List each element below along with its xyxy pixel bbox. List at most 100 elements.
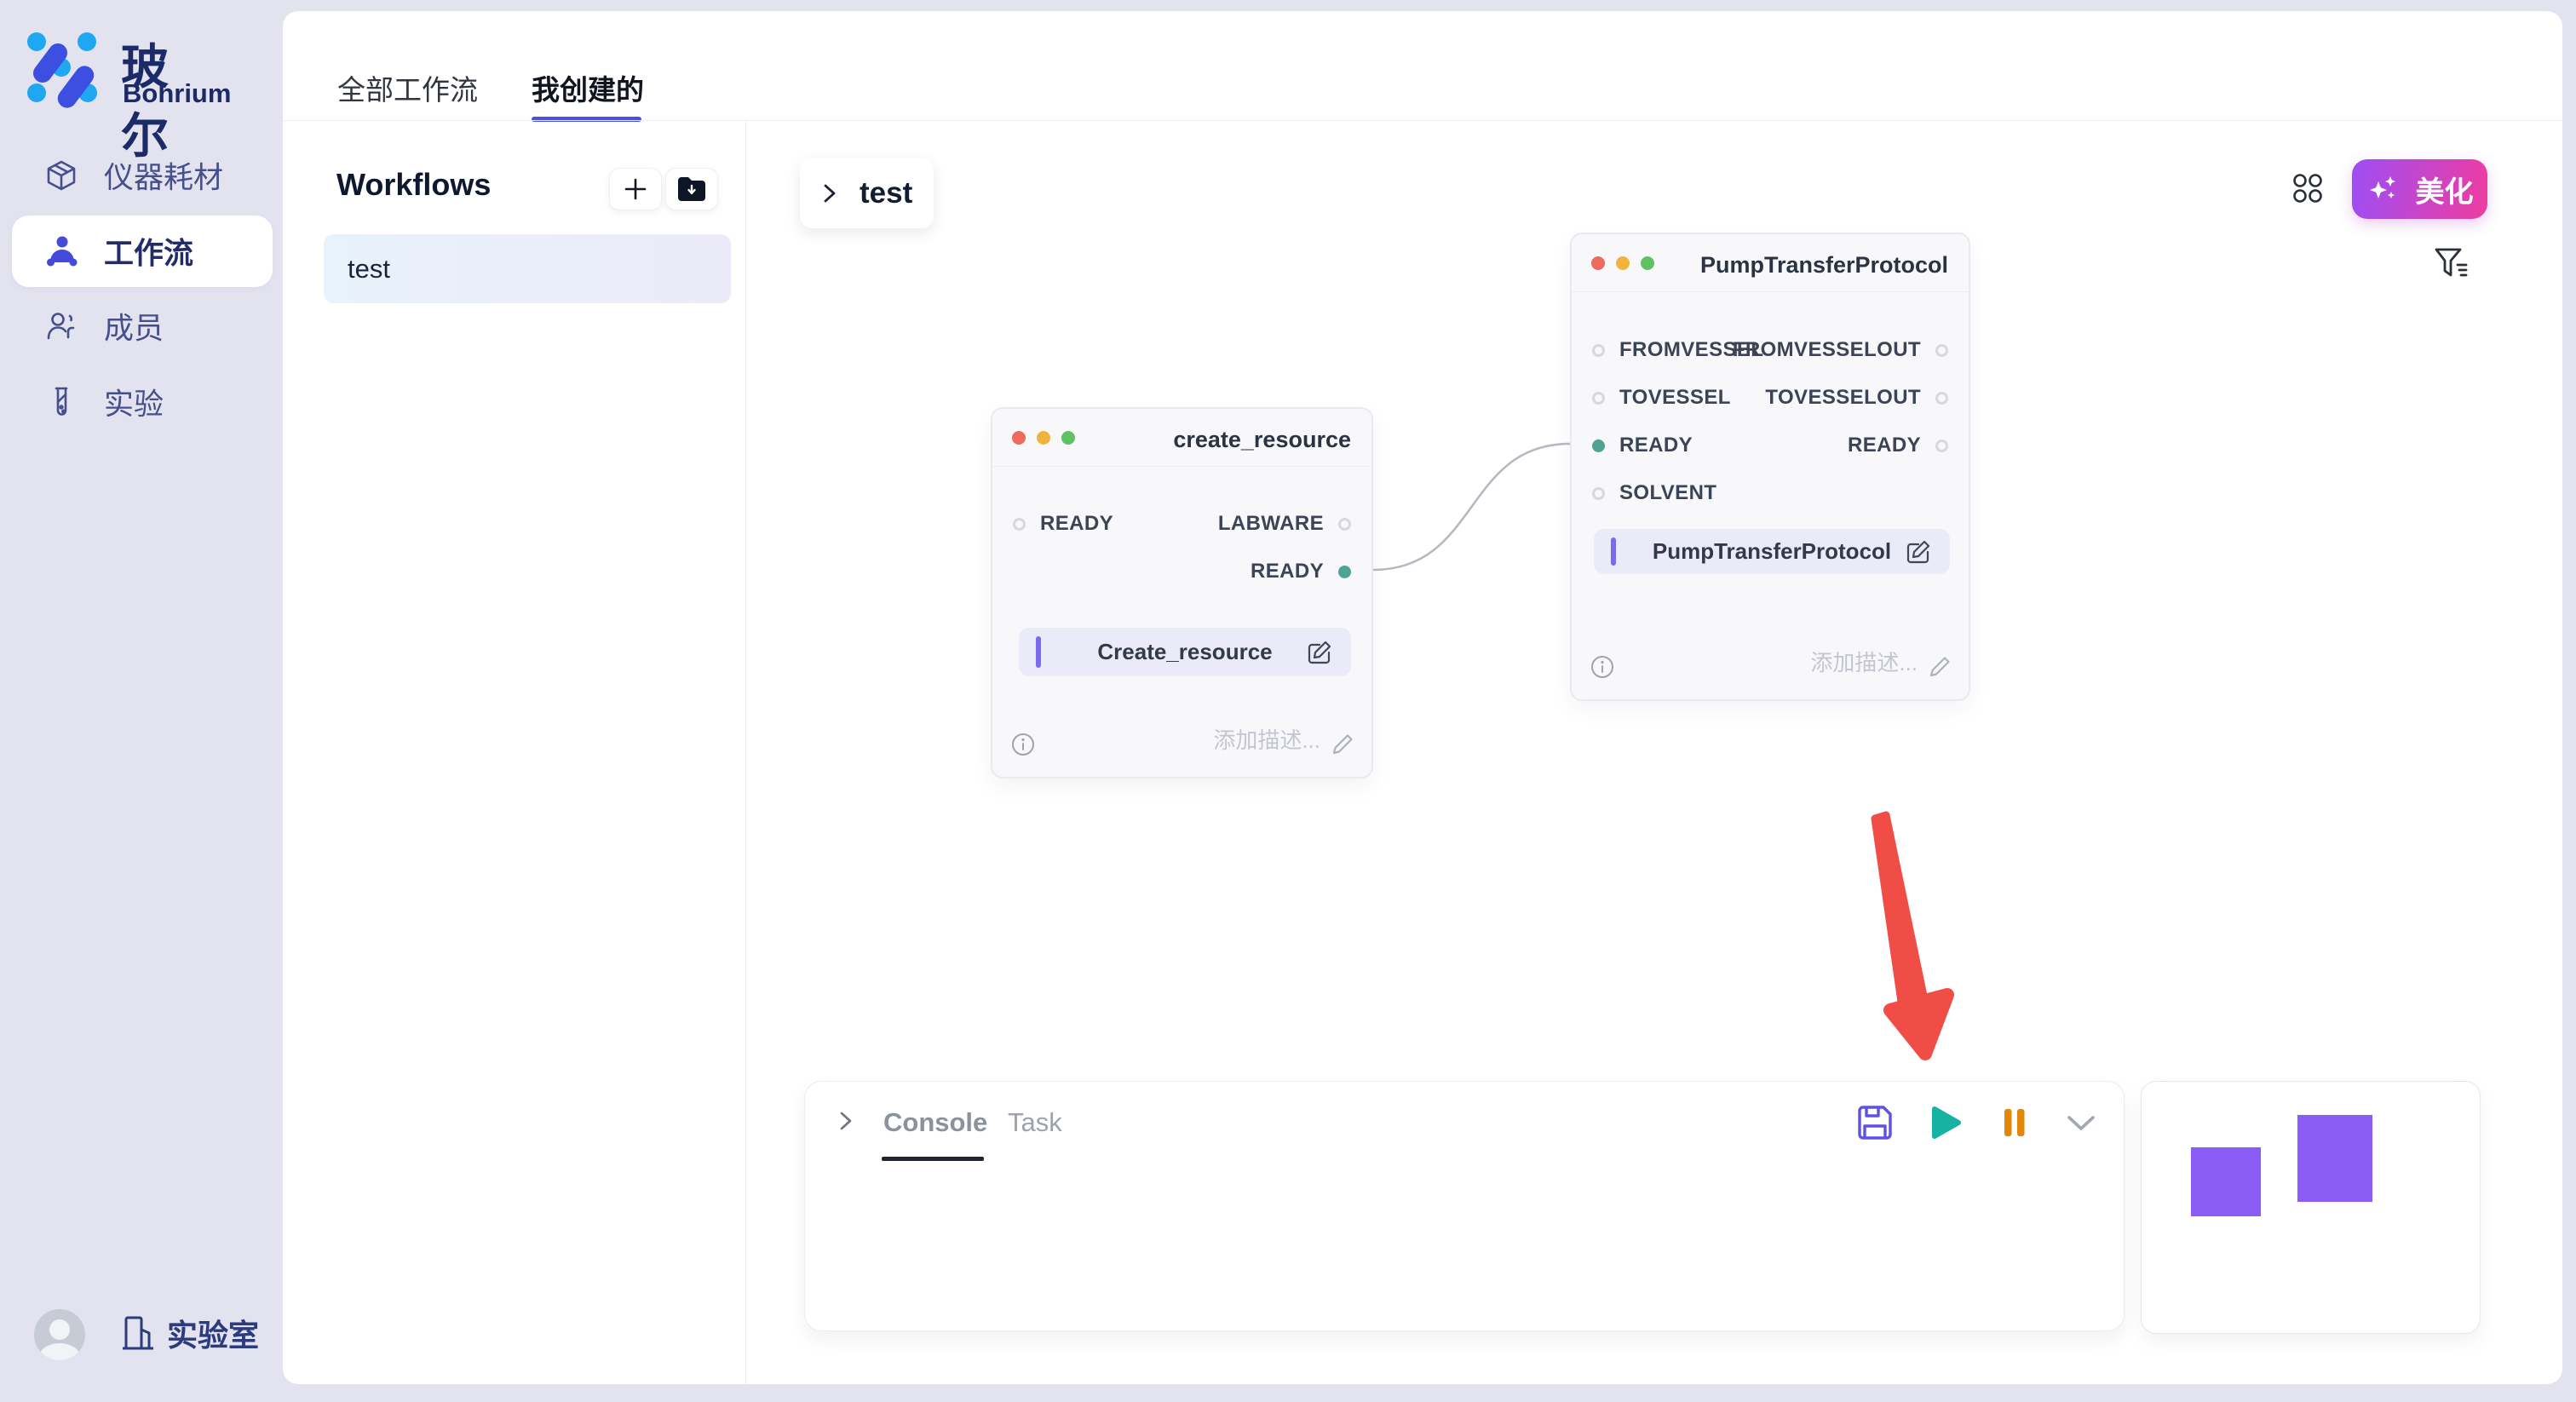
tab-all-workflows[interactable]: 全部工作流 bbox=[337, 67, 478, 108]
traffic-green-dot[interactable] bbox=[1641, 256, 1654, 270]
traffic-red-dot[interactable] bbox=[1012, 431, 1026, 445]
port-label: FROMVESSELOUT bbox=[1733, 338, 1921, 362]
workflow-item-name: test bbox=[348, 254, 390, 284]
port-handle[interactable] bbox=[1592, 487, 1605, 500]
minimap-node-create-resource bbox=[2191, 1147, 2261, 1216]
port-handle[interactable] bbox=[1935, 344, 1948, 357]
beautify-button[interactable]: 美化 bbox=[2352, 159, 2487, 219]
node-header: PumpTransferProtocol bbox=[1572, 234, 1969, 292]
lab-label: 实验室 bbox=[167, 1311, 259, 1355]
console-tab-console[interactable]: Console bbox=[883, 1107, 987, 1138]
port-out-tovesselout[interactable]: TOVESSELOUT bbox=[1765, 379, 1948, 417]
traffic-light-dots bbox=[1591, 256, 1654, 270]
port-out-ready[interactable]: READY bbox=[1848, 427, 1948, 464]
sidebar-footer: 实验室 bbox=[0, 1297, 283, 1399]
pill-label: PumpTransferProtocol bbox=[1653, 538, 1891, 565]
port-handle[interactable] bbox=[1338, 518, 1351, 531]
console-active-underline bbox=[882, 1157, 984, 1161]
run-play-icon[interactable] bbox=[1924, 1102, 1965, 1143]
members-icon bbox=[44, 309, 78, 343]
traffic-red-dot[interactable] bbox=[1591, 256, 1605, 270]
plus-icon bbox=[622, 175, 649, 203]
avatar-body bbox=[39, 1343, 80, 1360]
sidebar-item-workflow[interactable]: 工作流 bbox=[12, 215, 273, 287]
canvas-breadcrumb-expander[interactable]: test bbox=[800, 158, 934, 228]
info-icon[interactable] bbox=[1590, 655, 1614, 679]
port-label: SOLVENT bbox=[1619, 481, 1716, 505]
port-out-labware[interactable]: LABWARE bbox=[1218, 505, 1351, 543]
tabbar-divider bbox=[283, 120, 2562, 121]
edit-icon[interactable] bbox=[1906, 539, 1931, 565]
node-title: create_resource bbox=[1173, 427, 1351, 453]
port-in-solvent[interactable]: SOLVENT bbox=[1592, 474, 1716, 512]
user-avatar[interactable] bbox=[34, 1309, 85, 1360]
sidebar-item-label: 工作流 bbox=[104, 230, 193, 273]
console-tab-task[interactable]: Task bbox=[1008, 1107, 1062, 1138]
port-handle[interactable] bbox=[1592, 344, 1605, 357]
port-label: READY bbox=[1251, 560, 1324, 583]
sidebar: 玻尔 Bohrium 仪器耗材 工作流 bbox=[0, 0, 283, 1402]
import-folder-button[interactable] bbox=[665, 168, 718, 210]
app-root: 玻尔 Bohrium 仪器耗材 工作流 bbox=[0, 0, 2576, 1402]
node-pump-transfer-protocol[interactable]: PumpTransferProtocol FROMVESSEL FROMVESS… bbox=[1570, 233, 1970, 701]
port-out-ready[interactable]: READY bbox=[1251, 553, 1351, 590]
content-panel: 全部工作流 我创建的 Workflows test test bbox=[283, 11, 2562, 1384]
filter-funnel-icon[interactable] bbox=[2433, 244, 2470, 282]
port-in-tovessel[interactable]: TOVESSEL bbox=[1592, 379, 1731, 417]
lab-entry[interactable]: 实验室 bbox=[121, 1311, 259, 1355]
pill-accent-bar bbox=[1036, 636, 1041, 668]
port-handle[interactable] bbox=[1935, 440, 1948, 452]
chevron-down-icon[interactable] bbox=[2061, 1102, 2102, 1143]
sidebar-item-instruments[interactable]: 仪器耗材 bbox=[12, 140, 273, 211]
port-handle[interactable] bbox=[1013, 518, 1026, 531]
pencil-icon[interactable] bbox=[1928, 655, 1952, 679]
traffic-yellow-dot[interactable] bbox=[1616, 256, 1630, 270]
traffic-yellow-dot[interactable] bbox=[1037, 431, 1050, 445]
pill-accent-bar bbox=[1611, 537, 1616, 566]
save-icon[interactable] bbox=[1854, 1102, 1895, 1143]
bohrium-logo-icon bbox=[26, 29, 119, 109]
sidebar-item-label: 仪器耗材 bbox=[104, 154, 223, 198]
workflow-list-item-test[interactable]: test bbox=[324, 234, 731, 303]
pause-icon[interactable] bbox=[1994, 1102, 2035, 1143]
test-tube-icon bbox=[44, 385, 78, 419]
port-out-fromvesselout[interactable]: FROMVESSELOUT bbox=[1733, 331, 1948, 369]
minimap-node-pump-transfer bbox=[2297, 1115, 2372, 1202]
command-grid-icon[interactable] bbox=[2291, 171, 2325, 205]
port-handle[interactable] bbox=[1935, 392, 1948, 405]
canvas-minimap[interactable] bbox=[2141, 1081, 2481, 1334]
beautify-label: 美化 bbox=[2416, 169, 2474, 210]
node-description-placeholder[interactable]: 添加描述... bbox=[1213, 723, 1320, 755]
port-handle-connected[interactable] bbox=[1592, 440, 1605, 452]
node-header: create_resource bbox=[992, 409, 1371, 467]
tab-my-created[interactable]: 我创建的 bbox=[532, 67, 644, 108]
sidebar-item-label: 实验 bbox=[104, 381, 164, 424]
edit-icon[interactable] bbox=[1307, 640, 1332, 665]
sidebar-item-members[interactable]: 成员 bbox=[12, 290, 273, 362]
node-action-pill[interactable]: PumpTransferProtocol bbox=[1594, 529, 1950, 574]
port-in-ready[interactable]: READY bbox=[1013, 505, 1113, 543]
node-action-pill[interactable]: Create_resource bbox=[1019, 628, 1351, 676]
console-collapse-chevron-icon[interactable] bbox=[834, 1109, 858, 1133]
add-workflow-button[interactable] bbox=[609, 168, 662, 210]
node-create-resource[interactable]: create_resource READY LABWARE READY Crea… bbox=[991, 407, 1373, 779]
brand-name-en: Bohrium bbox=[123, 78, 231, 109]
info-icon[interactable] bbox=[1011, 733, 1035, 756]
port-handle-connected[interactable] bbox=[1338, 566, 1351, 578]
sidebar-item-experiments[interactable]: 实验 bbox=[12, 366, 273, 438]
building-icon bbox=[121, 1314, 155, 1352]
package-box-icon bbox=[44, 158, 78, 192]
node-description-placeholder[interactable]: 添加描述... bbox=[1810, 646, 1918, 677]
port-label: READY bbox=[1848, 434, 1921, 457]
sidebar-item-label: 成员 bbox=[104, 305, 164, 348]
pencil-icon[interactable] bbox=[1331, 733, 1354, 756]
traffic-green-dot[interactable] bbox=[1061, 431, 1075, 445]
workflow-person-icon bbox=[44, 234, 78, 268]
traffic-light-dots bbox=[1012, 431, 1075, 445]
port-in-ready[interactable]: READY bbox=[1592, 427, 1693, 464]
port-handle[interactable] bbox=[1592, 392, 1605, 405]
pill-label: Create_resource bbox=[1097, 639, 1272, 665]
port-label: TOVESSEL bbox=[1619, 386, 1731, 410]
console-panel: Console Task bbox=[804, 1081, 2125, 1331]
port-label: LABWARE bbox=[1218, 512, 1324, 536]
